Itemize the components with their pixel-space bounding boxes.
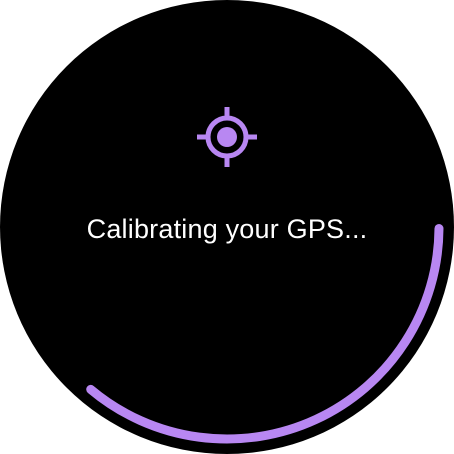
calibration-progress-ring — [86, 223, 444, 444]
watch-screen: Calibrating your GPS... — [0, 0, 454, 454]
calibration-progress-arc — [86, 223, 444, 444]
